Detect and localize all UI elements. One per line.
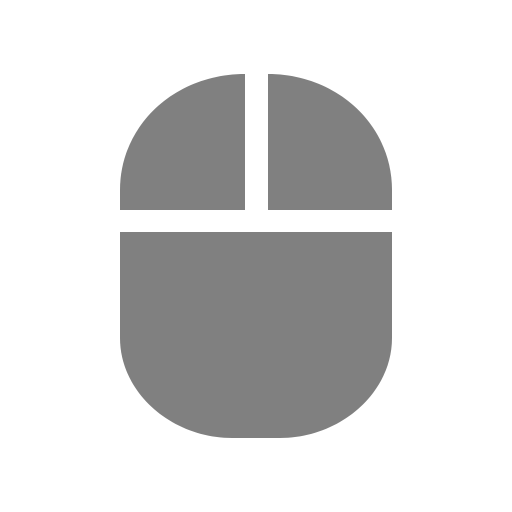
left-button-shape [120,74,245,210]
icon-canvas [0,0,512,512]
right-button-shape [268,74,392,210]
mouse-body-shape [120,232,392,438]
mouse-icon [120,74,392,438]
